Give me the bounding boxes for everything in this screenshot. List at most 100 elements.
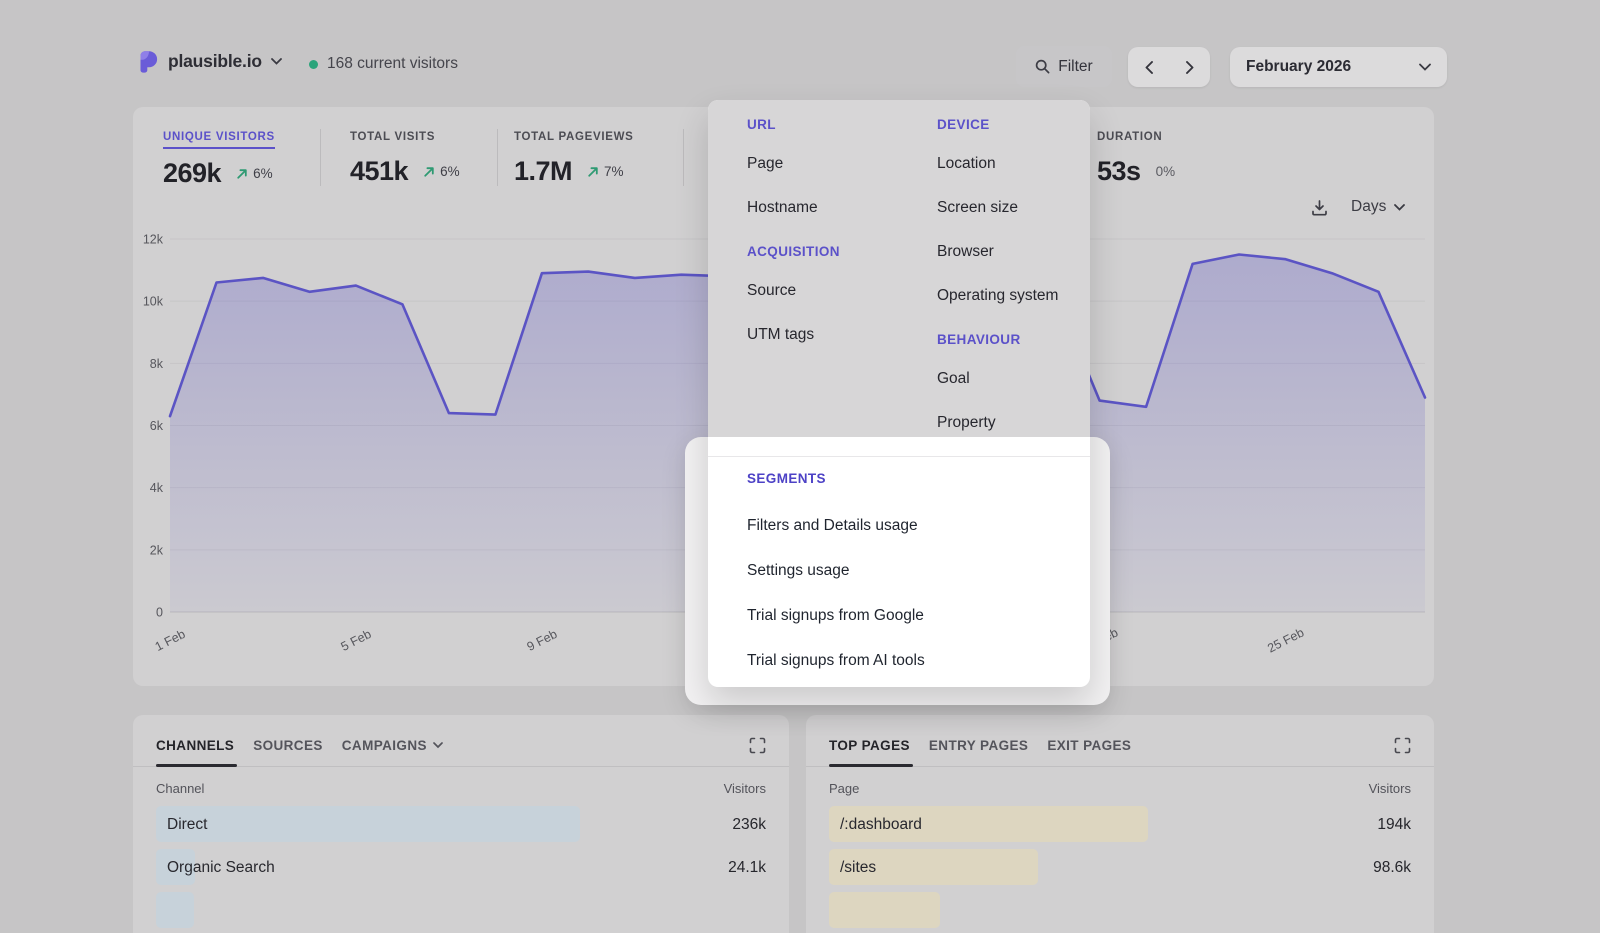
column-header-visitors: Visitors (724, 781, 766, 796)
y-axis-tick-label: 12k (143, 233, 164, 247)
table-row[interactable] (156, 889, 766, 932)
table-row[interactable]: /sites98.6k (829, 846, 1411, 889)
chevron-down-icon (433, 742, 443, 749)
current-visitors-label: 168 current visitors (327, 55, 458, 73)
interval-dropdown[interactable]: Days (1345, 197, 1411, 217)
stat-value-row: 451k 6% (350, 156, 460, 187)
date-picker-button[interactable]: February 2026 (1230, 47, 1447, 87)
x-axis-tick-label: 25 Feb (1265, 625, 1306, 655)
filter-item-screen-size[interactable]: Screen size (937, 198, 1077, 218)
stat-unique-visitors[interactable]: UNIQUE VISITORS 269k6% (163, 127, 275, 189)
chevron-right-icon (1186, 61, 1194, 74)
segments-divider (708, 456, 1090, 457)
filter-item-browser[interactable]: Browser (937, 242, 1077, 262)
stat-label[interactable]: TOTAL PAGEVIEWS (514, 131, 634, 147)
plausible-dashboard: plausible.io 168 current visitors Filter… (0, 0, 1600, 933)
filter-dropdown-menu: URLPageHostnameACQUISITIONSourceUTM tags… (708, 100, 1090, 687)
stat-value-row: 269k6% (163, 158, 275, 189)
stats-divider (683, 129, 684, 186)
filter-section-header-device: DEVICE (937, 115, 1077, 135)
arrow-up-right-icon (423, 166, 435, 178)
stat-change: 6% (423, 164, 460, 179)
stat-value: 1.7M (514, 156, 572, 187)
stat-change: 0% (1156, 164, 1176, 179)
row-value: 24.1k (728, 846, 766, 889)
filter-button-label: Filter (1058, 58, 1092, 76)
filter-item-location[interactable]: Location (937, 154, 1077, 174)
filter-menu-column-right: DEVICE Location Screen size Browser Operatin… (937, 115, 1077, 457)
stat-total-visits[interactable]: TOTAL VISITS 451k 6% (350, 127, 460, 187)
chevron-down-icon (271, 58, 282, 65)
download-icon[interactable] (1311, 199, 1328, 216)
y-axis-tick-label: 8k (150, 357, 164, 371)
filter-item-goal[interactable]: Goal (937, 369, 1077, 389)
stat-label[interactable]: DURATION (1097, 131, 1162, 147)
arrow-up-right-icon (587, 166, 599, 178)
tab-top-pages[interactable]: TOP PAGES (829, 738, 910, 753)
prev-period-button[interactable] (1128, 47, 1169, 87)
segments-section: SEGMENTS Filters and Details usage Settin… (708, 437, 1090, 687)
stat-change: 6% (236, 166, 273, 181)
chevron-down-icon (1394, 204, 1405, 211)
column-header-visitors: Visitors (1369, 781, 1411, 796)
segments-header: SEGMENTS (747, 469, 1090, 489)
tabs-divider (806, 766, 1434, 767)
table-row[interactable]: Direct 236k (156, 803, 766, 846)
filter-section-header-behaviour: BEHAVIOUR (937, 330, 1077, 350)
stat-value: 53s (1097, 156, 1141, 187)
y-axis-tick-label: 0 (156, 606, 163, 620)
row-value: 236k (732, 803, 766, 846)
filter-item-operating-system[interactable]: Operating system (937, 286, 1077, 306)
plausible-logo-icon (139, 50, 159, 73)
y-axis-tick-label: 6k (150, 419, 164, 433)
filter-item-utm-tags[interactable]: UTM tags (747, 325, 922, 345)
period-nav (1128, 47, 1210, 87)
tab-campaigns[interactable]: CAMPAIGNS (342, 738, 443, 753)
table-row[interactable] (829, 889, 1411, 932)
tab-exit-pages[interactable]: EXIT PAGES (1047, 738, 1131, 753)
expand-button[interactable] (749, 737, 766, 754)
row-bar (829, 892, 940, 928)
row-value: 194k (1377, 803, 1411, 846)
segment-item-trial-signups-from-ai-tools[interactable]: Trial signups from AI tools (747, 651, 1090, 671)
filter-item-hostname[interactable]: Hostname (747, 198, 922, 218)
current-visitors[interactable]: 168 current visitors (309, 55, 458, 73)
filter-item-source[interactable]: Source (747, 281, 922, 301)
stat-total-pageviews[interactable]: TOTAL PAGEVIEWS 1.7M 7% (514, 127, 634, 187)
tabs-divider (133, 766, 789, 767)
stat-label[interactable]: TOTAL VISITS (350, 131, 435, 147)
next-period-button[interactable] (1169, 47, 1210, 87)
row-label: Organic Search (167, 846, 275, 889)
fullscreen-icon (749, 737, 766, 754)
arrow-up-right-icon (236, 168, 248, 180)
segment-item-settings-usage[interactable]: Settings usage (747, 561, 1090, 581)
row-label: /:dashboard (840, 803, 922, 846)
tab-entry-pages[interactable]: ENTRY PAGES (929, 738, 1028, 753)
segment-item-trial-signups-from-google[interactable]: Trial signups from Google (747, 606, 1090, 626)
y-axis-tick-label: 4k (150, 481, 164, 495)
expand-button[interactable] (1394, 737, 1411, 754)
column-header-label: Channel (156, 781, 204, 796)
stat-label[interactable]: UNIQUE VISITORS (163, 131, 275, 149)
row-value: 98.6k (1373, 846, 1411, 889)
table-row[interactable]: Organic Search 24.1k (156, 846, 766, 889)
filter-item-page[interactable]: Page (747, 154, 922, 174)
table-row[interactable]: /:dashboard 194k (829, 803, 1411, 846)
tab-channels[interactable]: CHANNELS (156, 738, 234, 753)
segment-item-filters-and-details-usage[interactable]: Filters and Details usage (747, 516, 1090, 536)
row-label: Direct (167, 803, 207, 846)
stat-duration[interactable]: DURATION 53s 0% (1097, 127, 1175, 187)
table-header: Channel Visitors (133, 781, 789, 796)
stat-change: 7% (587, 164, 624, 179)
filter-section-header-acquisition: ACQUISITION (747, 242, 922, 262)
x-axis-tick-label: 1 Feb (153, 627, 188, 654)
search-icon (1035, 59, 1050, 74)
stat-value: 451k (350, 156, 408, 187)
tab-sources[interactable]: SOURCES (253, 738, 323, 753)
site-picker[interactable]: plausible.io (139, 50, 282, 73)
breakdown-tabs: CHANNELS SOURCES CAMPAIGNS (133, 715, 789, 754)
table-header: PageVisitors (806, 781, 1434, 796)
filter-item-property[interactable]: Property (937, 413, 1077, 433)
filter-button[interactable]: Filter (1016, 46, 1112, 87)
site-name: plausible.io (168, 51, 262, 72)
